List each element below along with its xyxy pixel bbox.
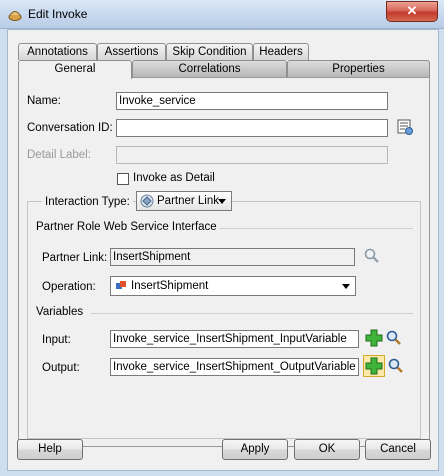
tab-assertions[interactable]: Assertions	[97, 43, 166, 60]
tab-label: Skip Condition	[172, 46, 247, 58]
chevron-down-icon	[342, 284, 350, 289]
tab-skip-condition[interactable]: Skip Condition	[166, 43, 253, 60]
conversation-id-label: Conversation ID:	[27, 122, 113, 134]
variables-section-label: Variables	[36, 306, 84, 318]
generate-id-icon[interactable]	[396, 118, 414, 136]
detail-label-label: Detail Label:	[27, 149, 91, 161]
tab-correlations[interactable]: Correlations	[132, 60, 287, 77]
tab-label: Properties	[332, 63, 385, 75]
tab-properties[interactable]: Properties	[287, 60, 430, 77]
tab-label: Assertions	[104, 46, 159, 58]
partner-link-label: Partner Link:	[42, 252, 108, 264]
conversation-id-field[interactable]	[116, 119, 388, 137]
button-label: Apply	[240, 443, 270, 455]
search-icon[interactable]	[387, 357, 405, 375]
apply-button[interactable]: Apply	[222, 439, 288, 460]
tab-label: Headers	[259, 46, 303, 58]
title-bar: Edit Invoke ✕	[0, 0, 444, 29]
interaction-type-value: Partner Link	[157, 195, 220, 207]
tab-label: General	[54, 63, 96, 75]
section-divider	[219, 228, 413, 229]
operation-select[interactable]: InsertShipment	[110, 276, 356, 296]
window-title: Edit Invoke	[28, 7, 88, 21]
general-panel: Name: Invoke_service Conversation ID: De…	[18, 77, 430, 447]
button-label: Cancel	[380, 443, 416, 455]
partner-link-icon	[140, 194, 154, 208]
add-button-hover[interactable]	[363, 355, 385, 377]
detail-label-field	[116, 146, 388, 164]
operation-value: InsertShipment	[131, 280, 209, 292]
output-variable-field[interactable]: Invoke_service_InsertShipment_OutputVari…	[110, 358, 359, 376]
section-divider	[91, 313, 413, 314]
app-icon	[8, 11, 22, 21]
name-label: Name:	[27, 95, 61, 107]
tab-label: Correlations	[178, 63, 241, 75]
interaction-group	[27, 201, 421, 439]
tab-headers[interactable]: Headers	[253, 43, 309, 60]
tab-annotations[interactable]: Annotations	[18, 43, 97, 60]
operation-label: Operation:	[42, 281, 96, 293]
tab-label: Annotations	[27, 46, 88, 58]
dialog-body: Annotations Assertions Skip Condition He…	[7, 29, 439, 471]
interaction-type-select[interactable]: Partner Link	[136, 191, 232, 211]
tab-general[interactable]: General	[18, 60, 132, 79]
interaction-type-label: Interaction Type:	[42, 196, 133, 208]
help-button[interactable]: Help	[17, 439, 83, 460]
name-field[interactable]: Invoke_service	[116, 92, 388, 110]
chevron-down-icon	[218, 199, 226, 204]
search-icon[interactable]	[363, 247, 381, 265]
ok-button[interactable]: OK	[294, 439, 360, 460]
invoke-as-detail-checkbox[interactable]	[117, 173, 129, 185]
close-button[interactable]: ✕	[386, 1, 438, 22]
add-icon[interactable]	[365, 329, 383, 347]
partner-link-field: InsertShipment	[110, 248, 355, 266]
search-icon[interactable]	[385, 329, 403, 347]
invoke-as-detail-label: Invoke as Detail	[133, 172, 215, 184]
button-label: Help	[38, 443, 62, 455]
cancel-button[interactable]: Cancel	[365, 439, 431, 460]
output-label: Output:	[42, 362, 80, 374]
input-variable-field[interactable]: Invoke_service_InsertShipment_InputVaria…	[110, 330, 359, 348]
input-label: Input:	[42, 334, 71, 346]
operation-icon	[116, 281, 126, 289]
button-label: OK	[318, 443, 336, 455]
add-icon	[365, 357, 383, 375]
partner-role-section-label: Partner Role Web Service Interface	[36, 221, 217, 233]
